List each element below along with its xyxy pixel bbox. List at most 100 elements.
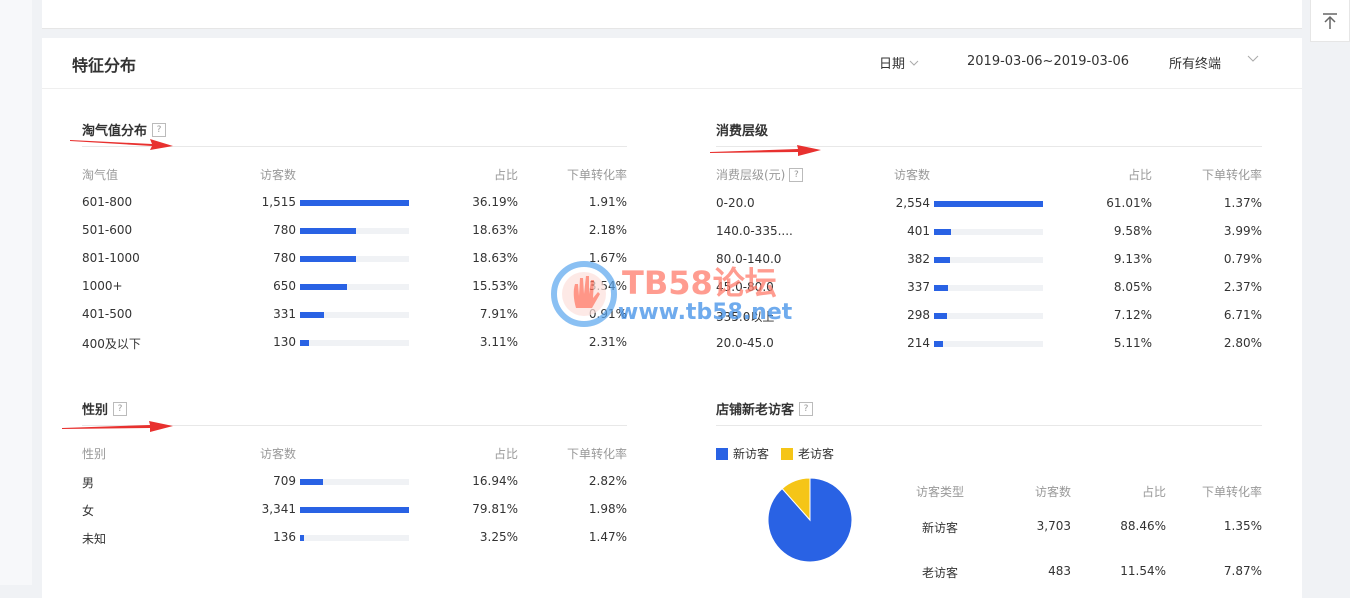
bar-fill xyxy=(300,535,304,541)
share-value: 5.11% xyxy=(1113,336,1152,350)
table-row: 45.0-80.0 337 8.05% 2.37% xyxy=(716,274,1262,302)
share-value: 11.54% xyxy=(1120,564,1166,578)
conversion-value: 1.98% xyxy=(588,502,627,516)
table-row: 501-600 780 18.63% 2.18% xyxy=(82,217,627,245)
bar-track xyxy=(300,256,409,262)
share-value: 79.81% xyxy=(472,502,518,516)
bar-fill xyxy=(300,284,347,290)
date-filter-label: 日期 xyxy=(879,57,906,72)
visitor-count: 3,341 xyxy=(261,502,296,516)
help-icon[interactable]: ? xyxy=(789,167,804,182)
bar-track xyxy=(934,341,1043,347)
date-filter-dropdown[interactable]: 日期 xyxy=(879,53,919,72)
row-label: 老访客 xyxy=(922,566,959,580)
red-arrow-annotation xyxy=(710,145,821,156)
table-row: 401-500 331 7.91% 0.91% xyxy=(82,301,627,329)
bar-fill xyxy=(934,257,950,263)
row-label: 400及以下 xyxy=(82,337,141,351)
bar-fill xyxy=(934,201,1043,207)
share-value: 8.05% xyxy=(1113,280,1152,294)
col-label-header: 消费层级(元)? xyxy=(716,166,804,183)
conversion-value: 2.37% xyxy=(1223,280,1262,294)
table-row: 400及以下 130 3.11% 2.31% xyxy=(82,329,627,357)
col-conv-header: 下单转化率 xyxy=(1201,485,1262,499)
conversion-value: 7.87% xyxy=(1223,564,1262,578)
conversion-value: 3.99% xyxy=(1223,224,1262,238)
terminal-filter-dropdown[interactable]: 所有终端 xyxy=(1169,53,1221,72)
header-text: 占比 xyxy=(1127,168,1152,182)
header-text: 访客数 xyxy=(260,168,297,182)
bar-fill xyxy=(934,285,948,291)
visitor-count: 136 xyxy=(273,530,296,544)
table-row: 20.0-45.0 214 5.11% 2.80% xyxy=(716,330,1262,358)
section-divider xyxy=(716,425,1262,426)
bar-track xyxy=(300,312,409,318)
left-page-strip xyxy=(0,0,32,585)
conversion-value: 2.80% xyxy=(1223,336,1262,350)
visitor-count: 214 xyxy=(907,336,930,350)
col-visitors-header: 访客数 xyxy=(260,166,296,183)
row-label: 80.0-140.0 xyxy=(716,252,782,266)
table-row: 未知 136 3.25% 1.47% xyxy=(82,524,627,552)
row-label: 20.0-45.0 xyxy=(716,336,774,350)
chevron-down-icon[interactable] xyxy=(1247,55,1259,62)
row-label: 女 xyxy=(82,504,95,518)
table-row: 女 3,341 79.81% 1.98% xyxy=(82,496,627,524)
conversion-value: 2.82% xyxy=(588,474,627,488)
bar-track xyxy=(300,200,409,206)
header-text: 占比 xyxy=(493,447,518,461)
header-text: 占比 xyxy=(493,168,518,182)
taoqi-distribution-section: 淘气值分布 ? 淘气值 访客数 占比 下单转化率 601-800 1,515 36.19% 1… xyxy=(82,120,627,360)
conversion-value: 2.31% xyxy=(588,335,627,349)
table-row: 80.0-140.0 382 9.13% 0.79% xyxy=(716,246,1262,274)
legend-item-new[interactable]: 新访客 xyxy=(716,445,769,462)
section-title-text: 消费层级 xyxy=(716,124,769,139)
conversion-value: 1.91% xyxy=(588,195,627,209)
visitor-count: 3,703 xyxy=(1036,519,1071,533)
col-conv-header: 下单转化率 xyxy=(1202,166,1262,183)
section-title-text: 店铺新老访客 xyxy=(716,403,795,418)
legend-item-old[interactable]: 老访客 xyxy=(781,445,834,462)
help-icon[interactable]: ? xyxy=(113,401,128,416)
visitor-count: 130 xyxy=(273,335,296,349)
red-arrow-annotation xyxy=(70,139,173,150)
visitor-count: 650 xyxy=(273,279,296,293)
col-label-header: 性别 xyxy=(82,445,106,462)
help-icon[interactable]: ? xyxy=(799,401,814,416)
share-value: 36.19% xyxy=(472,195,518,209)
bar-track xyxy=(934,257,1043,263)
header-text: 下单转化率 xyxy=(566,168,627,182)
share-value: 18.63% xyxy=(472,251,518,265)
header-text: 淘气值 xyxy=(82,168,119,182)
header-text: 下单转化率 xyxy=(566,447,627,461)
conversion-value: 0.79% xyxy=(1223,252,1262,266)
bar-track xyxy=(300,535,409,541)
legend-swatch-old xyxy=(781,447,794,460)
date-range-text[interactable]: 2019-03-06~2019-03-06 xyxy=(967,54,1129,69)
bar-track xyxy=(300,284,409,290)
conversion-value: 1.35% xyxy=(1223,519,1262,533)
col-share-header: 占比 xyxy=(494,445,518,462)
bar-track xyxy=(934,313,1043,319)
card-header: 特征分布 日期 2019-03-06~2019-03-06 所有终端 xyxy=(42,38,1302,89)
share-value: 18.63% xyxy=(472,223,518,237)
bar-track xyxy=(300,228,409,234)
table-row: 男 709 16.94% 2.82% xyxy=(82,468,627,496)
bar-track xyxy=(934,201,1043,207)
col-type-header: 访客类型 xyxy=(916,485,965,499)
row-label: 未知 xyxy=(82,532,107,546)
conversion-value: 6.71% xyxy=(1223,308,1262,322)
col-share-header: 占比 xyxy=(1141,485,1166,499)
share-value: 16.94% xyxy=(472,474,518,488)
col-visitors-header: 访客数 xyxy=(260,445,296,462)
share-value: 3.25% xyxy=(479,530,518,544)
bar-track xyxy=(300,340,409,346)
back-to-top-button[interactable] xyxy=(1310,0,1350,42)
feature-distribution-card: 特征分布 日期 2019-03-06~2019-03-06 所有终端 淘气值分布… xyxy=(42,38,1302,598)
share-value: 15.53% xyxy=(472,279,518,293)
pie-legend: 新访客 老访客 xyxy=(716,445,834,462)
row-label: 601-800 xyxy=(82,195,133,209)
row-label: 335.0以上 xyxy=(716,310,775,324)
previous-card-bottom xyxy=(42,0,1302,29)
section-title-text: 性别 xyxy=(82,403,109,418)
